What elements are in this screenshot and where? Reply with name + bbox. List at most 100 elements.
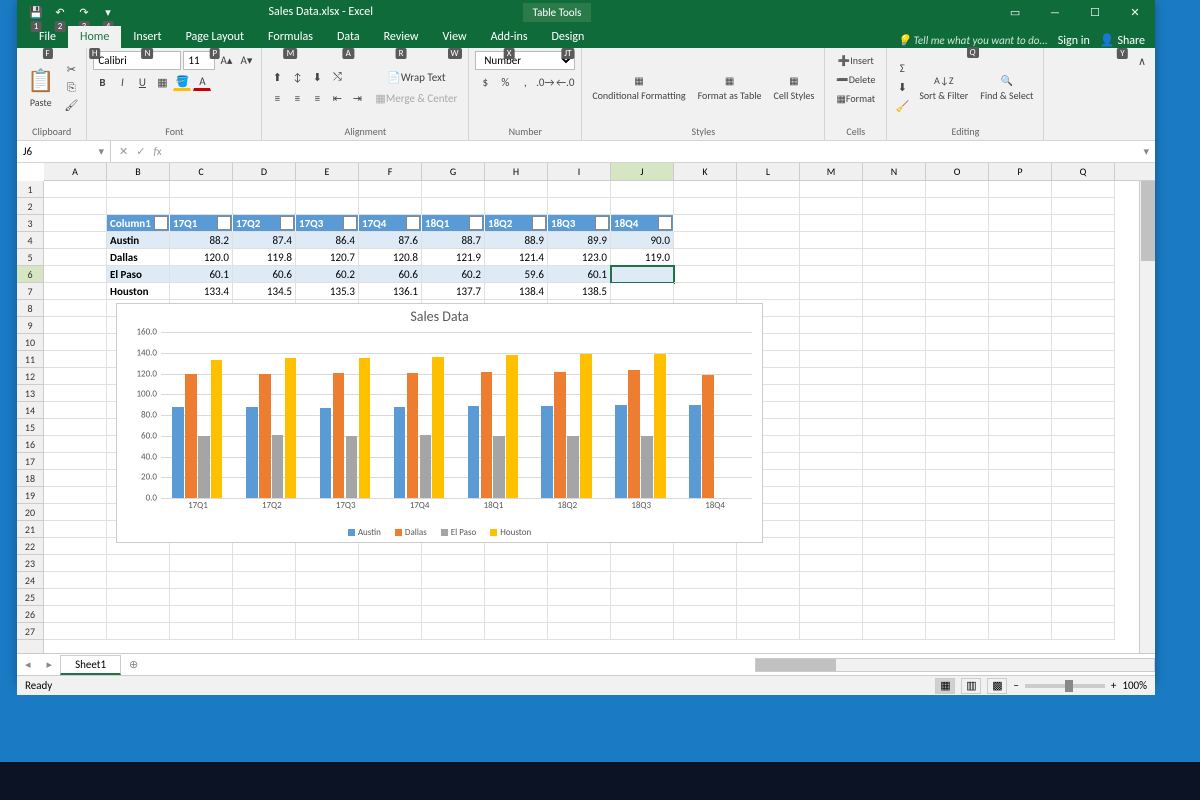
cell[interactable]	[233, 623, 296, 640]
row-header[interactable]: 11	[17, 351, 43, 368]
cell[interactable]: Houston	[107, 283, 170, 300]
cell[interactable]	[926, 402, 989, 419]
cell[interactable]	[800, 470, 863, 487]
zoom-out-button[interactable]: −	[1013, 679, 1018, 692]
qat-redo-button[interactable]: ↷3	[73, 3, 95, 21]
tab-insert[interactable]: InsertN	[121, 26, 173, 48]
cell[interactable]	[1052, 555, 1115, 572]
cell[interactable]	[1052, 419, 1115, 436]
cell[interactable]	[674, 606, 737, 623]
cell[interactable]	[44, 521, 107, 538]
cell[interactable]	[1052, 436, 1115, 453]
cell[interactable]	[611, 181, 674, 198]
cell[interactable]: 138.5	[548, 283, 611, 300]
cell[interactable]	[989, 368, 1052, 385]
align-middle-button[interactable]: ↕	[288, 68, 306, 86]
currency-button[interactable]: $	[476, 73, 494, 91]
cell[interactable]	[989, 521, 1052, 538]
formula-input[interactable]	[170, 141, 1138, 162]
cell[interactable]	[863, 470, 926, 487]
cell[interactable]	[44, 215, 107, 232]
chart-bar[interactable]	[172, 407, 184, 499]
column-header[interactable]: M	[800, 163, 863, 180]
cell[interactable]	[800, 606, 863, 623]
windows-taskbar[interactable]	[0, 762, 1200, 800]
row-header[interactable]: 25	[17, 589, 43, 606]
cell[interactable]	[989, 623, 1052, 640]
row-header[interactable]: 22	[17, 538, 43, 555]
cell[interactable]	[107, 572, 170, 589]
cell[interactable]	[863, 589, 926, 606]
cell[interactable]	[170, 589, 233, 606]
cell[interactable]	[1052, 283, 1115, 300]
cell[interactable]: 88.7	[422, 232, 485, 249]
row-header[interactable]: 14	[17, 402, 43, 419]
cell[interactable]	[170, 181, 233, 198]
chart-bar[interactable]	[320, 408, 332, 498]
spreadsheet-grid[interactable]: 1234567891011121314151617181920212223242…	[17, 163, 1155, 653]
column-header[interactable]: L	[737, 163, 800, 180]
cell[interactable]	[737, 283, 800, 300]
cell[interactable]	[737, 606, 800, 623]
increase-decimal-button[interactable]: .0→	[536, 73, 554, 91]
row-header[interactable]: 3	[17, 215, 43, 232]
cell[interactable]	[548, 181, 611, 198]
row-header[interactable]: 27	[17, 623, 43, 640]
cell[interactable]: 17Q3▾	[296, 215, 359, 232]
chart-bar[interactable]	[468, 406, 480, 498]
chart-bar[interactable]	[654, 354, 666, 498]
cell[interactable]	[989, 555, 1052, 572]
cell[interactable]	[674, 249, 737, 266]
cell[interactable]	[548, 606, 611, 623]
cell[interactable]	[296, 623, 359, 640]
cell[interactable]	[1052, 504, 1115, 521]
font-name-input[interactable]	[93, 51, 181, 70]
cell[interactable]	[989, 606, 1052, 623]
chart-bar[interactable]	[567, 436, 579, 498]
insert-cells-button[interactable]: ➕ Insert	[833, 51, 879, 69]
cell[interactable]	[44, 249, 107, 266]
cell[interactable]	[44, 419, 107, 436]
delete-cells-button[interactable]: ➖ Delete	[831, 70, 880, 88]
cell[interactable]	[44, 504, 107, 521]
cell[interactable]	[737, 623, 800, 640]
cell[interactable]: 87.6	[359, 232, 422, 249]
cell[interactable]	[44, 589, 107, 606]
increase-indent-button[interactable]: ⇥	[348, 89, 366, 107]
zoom-level[interactable]: 100%	[1122, 679, 1147, 692]
normal-view-button[interactable]: ▦	[935, 678, 955, 694]
close-button[interactable]: ✕	[1115, 0, 1155, 24]
cell[interactable]	[44, 232, 107, 249]
chart-bar[interactable]	[272, 435, 284, 498]
cell[interactable]	[170, 623, 233, 640]
cell[interactable]	[800, 504, 863, 521]
row-header[interactable]: 1	[17, 181, 43, 198]
cell[interactable]: 17Q1▾	[170, 215, 233, 232]
cell[interactable]	[422, 198, 485, 215]
cell[interactable]	[926, 436, 989, 453]
cell[interactable]	[44, 198, 107, 215]
chart-bar[interactable]	[615, 405, 627, 498]
cell[interactable]	[926, 232, 989, 249]
cell[interactable]	[863, 538, 926, 555]
cell[interactable]	[737, 181, 800, 198]
cell[interactable]	[359, 606, 422, 623]
cell[interactable]	[44, 623, 107, 640]
cell[interactable]	[674, 623, 737, 640]
cell[interactable]	[863, 606, 926, 623]
cell[interactable]	[1052, 487, 1115, 504]
cell[interactable]	[233, 555, 296, 572]
cell[interactable]	[989, 351, 1052, 368]
cell[interactable]	[926, 215, 989, 232]
cell[interactable]	[800, 181, 863, 198]
cell[interactable]	[1052, 300, 1115, 317]
cell[interactable]	[611, 623, 674, 640]
align-top-button[interactable]: ⬆	[268, 68, 286, 86]
chart-bar[interactable]	[689, 405, 701, 498]
tab-review[interactable]: ReviewR	[372, 26, 431, 48]
sheet-nav-next[interactable]: ▸	[39, 658, 61, 671]
cell[interactable]	[44, 572, 107, 589]
zoom-slider[interactable]	[1025, 684, 1105, 688]
cell[interactable]	[800, 623, 863, 640]
cell[interactable]	[44, 470, 107, 487]
